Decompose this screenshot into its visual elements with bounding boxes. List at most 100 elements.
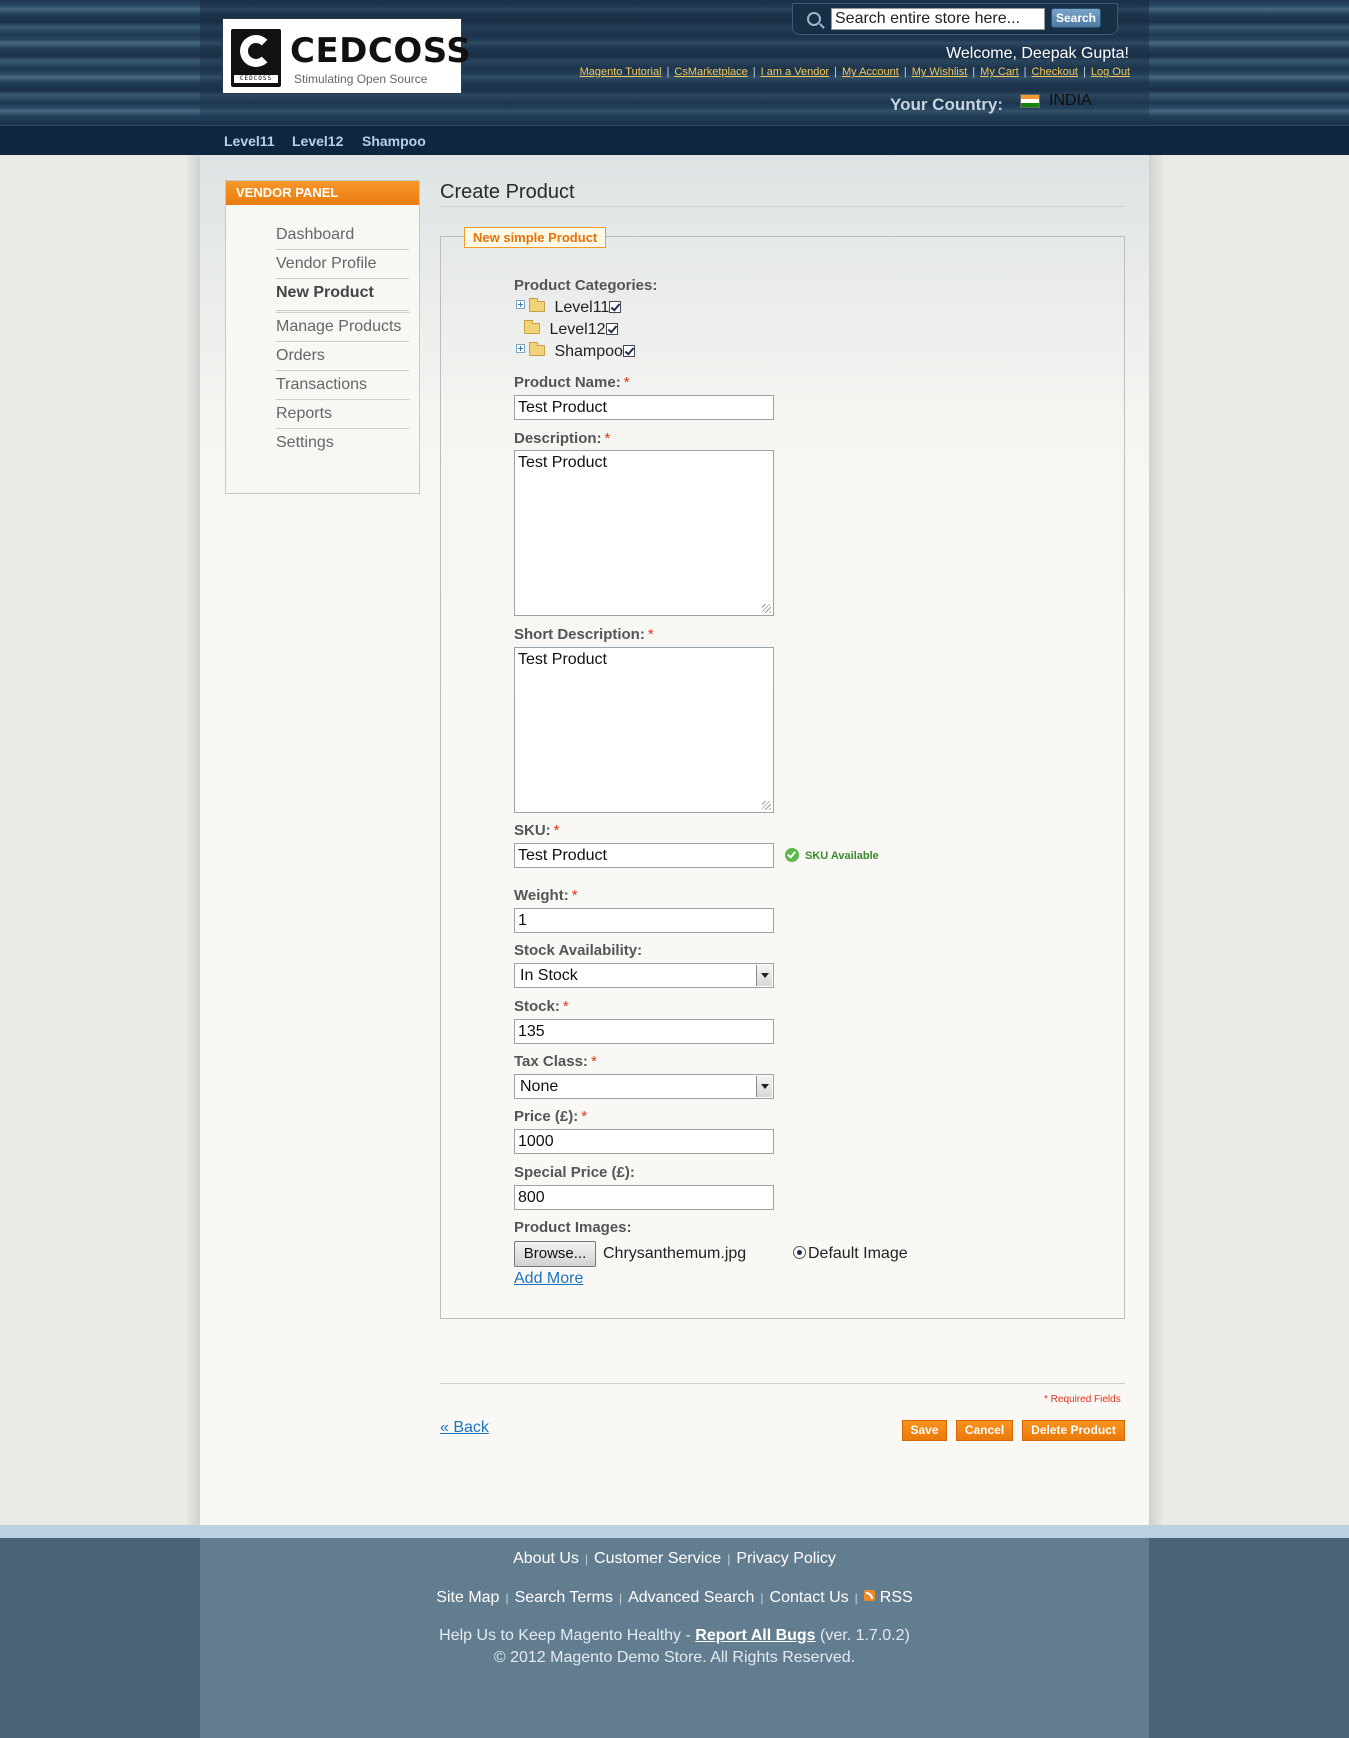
short-description-textarea[interactable]: Test Product <box>514 647 774 813</box>
footer-link-rss[interactable]: RSS <box>880 1589 913 1606</box>
category-checkbox-level12[interactable] <box>605 323 618 335</box>
footer-help: Help Us to Keep Magento Healthy - Report… <box>439 1627 910 1644</box>
tax-class-label: Tax Class: * <box>514 1053 597 1070</box>
nav-item-level11[interactable]: Level11 <box>224 133 275 149</box>
page-title: Create Product <box>440 181 575 203</box>
price-input[interactable]: 1000 <box>514 1129 774 1154</box>
link-log-out[interactable]: Log Out <box>1091 66 1130 78</box>
check-circle-icon <box>785 848 799 862</box>
special-price-label: Special Price (£): <box>514 1164 635 1181</box>
footer-links-row1: About Us | Customer Service | Privacy Policy <box>513 1550 836 1567</box>
back-link[interactable]: « Back <box>440 1419 489 1437</box>
vendor-menu-vendor-profile[interactable]: Vendor Profile <box>276 250 409 279</box>
search-icon <box>807 12 821 26</box>
search-input[interactable] <box>831 8 1045 30</box>
tax-class-value: None <box>520 1078 559 1095</box>
country-label: Your Country: <box>890 95 1004 114</box>
footer-link-site-map[interactable]: Site Map <box>436 1589 499 1606</box>
footer-links-row2: Site Map | Search Terms | Advanced Search | Co… <box>436 1589 913 1606</box>
stock-availability-select[interactable]: In Stock <box>514 963 774 988</box>
actions-divider <box>440 1383 1125 1384</box>
category-label: Shampoo <box>554 343 623 360</box>
page-shadow-left <box>186 155 200 1525</box>
product-images-label: Product Images: <box>514 1219 632 1236</box>
footer-link-search-terms[interactable]: Search Terms <box>515 1589 613 1606</box>
description-textarea[interactable]: Test Product <box>514 450 774 616</box>
resize-grip-icon[interactable] <box>762 604 771 613</box>
link-my-account[interactable]: My Account <box>842 66 899 78</box>
india-flag-icon[interactable] <box>1020 94 1040 108</box>
special-price-input[interactable]: 800 <box>514 1185 774 1210</box>
category-checkbox-level11[interactable] <box>609 301 622 313</box>
add-more-link[interactable]: Add More <box>514 1270 583 1288</box>
logo-mark-icon: CEDCOSS <box>231 29 281 87</box>
folder-icon <box>529 342 545 356</box>
link-my-wishlist[interactable]: My Wishlist <box>912 66 968 78</box>
save-button[interactable]: Save <box>902 1420 947 1441</box>
link-checkout[interactable]: Checkout <box>1032 66 1078 78</box>
top-links: Magento Tutorial | CsMarketplace | I am a Ve… <box>579 66 1130 78</box>
link-my-cart[interactable]: My Cart <box>980 66 1019 78</box>
vendor-panel: VENDOR PANEL Dashboard Vendor Profile Ne… <box>225 180 420 494</box>
chevron-down-icon[interactable] <box>756 965 772 986</box>
footer-link-customer-service[interactable]: Customer Service <box>594 1550 721 1567</box>
footer-link-advanced-search[interactable]: Advanced Search <box>628 1589 754 1606</box>
vendor-menu-settings[interactable]: Settings <box>276 429 409 458</box>
stock-input[interactable]: 135 <box>514 1019 774 1044</box>
category-label: Level11 <box>554 299 610 316</box>
footer: About Us | Customer Service | Privacy Policy… <box>0 1538 1349 1738</box>
category-checkbox-shampoo[interactable] <box>622 345 635 357</box>
link-magento-tutorial[interactable]: Magento Tutorial <box>580 66 662 78</box>
vendor-menu: Dashboard Vendor Profile New Product Man… <box>276 221 409 458</box>
description-label: Description: * <box>514 430 611 447</box>
vendor-menu-transactions[interactable]: Transactions <box>276 371 409 400</box>
vendor-menu-manage-products[interactable]: Manage Products <box>276 313 409 342</box>
weight-label: Weight: * <box>514 887 578 904</box>
vendor-menu-reports[interactable]: Reports <box>276 400 409 429</box>
country-name[interactable]: INDIA <box>1049 92 1092 110</box>
stock-availability-value: In Stock <box>520 967 578 984</box>
product-name-input[interactable]: Test Product <box>514 395 774 420</box>
welcome-message: Welcome, Deepak Gupta! <box>946 45 1129 62</box>
vendor-menu-new-product[interactable]: New Product <box>276 279 409 313</box>
stock-label: Stock: * <box>514 998 569 1015</box>
logo-tagline: Stimulating Open Source <box>294 72 428 86</box>
sku-status: SKU Available <box>785 848 879 862</box>
price-label: Price (£): * <box>514 1108 588 1125</box>
categories-label: Product Categories: <box>514 277 658 294</box>
link-csmarketplace[interactable]: CsMarketplace <box>674 66 747 78</box>
search-button[interactable]: Search <box>1051 8 1101 28</box>
sku-input[interactable]: Test Product <box>514 843 774 868</box>
sku-label: SKU: * <box>514 822 560 839</box>
expand-icon[interactable] <box>516 300 525 309</box>
footer-link-contact-us[interactable]: Contact Us <box>770 1589 849 1606</box>
report-bugs-link[interactable]: Report All Bugs <box>695 1627 815 1644</box>
weight-input[interactable]: 1 <box>514 908 774 933</box>
tax-class-select[interactable]: None <box>514 1074 774 1099</box>
delete-product-button[interactable]: Delete Product <box>1022 1420 1125 1441</box>
category-row-shampoo: Shampoo <box>516 342 635 361</box>
expand-icon[interactable] <box>516 344 525 353</box>
nav-item-level12[interactable]: Level12 <box>292 133 343 149</box>
vendor-menu-dashboard[interactable]: Dashboard <box>276 221 409 250</box>
footer-top-band <box>0 1525 1349 1538</box>
title-divider <box>440 206 1125 207</box>
page-shadow-right <box>1149 155 1163 1525</box>
footer-copyright: © 2012 Magento Demo Store. All Rights Re… <box>493 1649 856 1666</box>
default-image-label: Default Image <box>808 1245 908 1262</box>
link-i-am-a-vendor[interactable]: I am a Vendor <box>761 66 830 78</box>
default-image-radio[interactable] <box>793 1246 806 1259</box>
selected-file-name: Chrysanthemum.jpg <box>603 1245 747 1262</box>
store-logo[interactable]: CEDCOSS CEDCOSS Stimulating Open Source <box>222 18 471 94</box>
footer-link-privacy-policy[interactable]: Privacy Policy <box>736 1550 836 1567</box>
resize-grip-icon[interactable] <box>762 801 771 810</box>
vendor-menu-orders[interactable]: Orders <box>276 342 409 371</box>
logo-name: CEDCOSS <box>290 31 472 71</box>
browse-button[interactable]: Browse... <box>514 1241 596 1267</box>
nav-item-shampoo[interactable]: Shampoo <box>362 133 426 149</box>
chevron-down-icon[interactable] <box>756 1076 772 1097</box>
short-description-label: Short Description: * <box>514 626 654 643</box>
footer-link-about-us[interactable]: About Us <box>513 1550 579 1567</box>
category-row-level11: Level11 <box>516 298 622 317</box>
cancel-button[interactable]: Cancel <box>956 1420 1013 1441</box>
